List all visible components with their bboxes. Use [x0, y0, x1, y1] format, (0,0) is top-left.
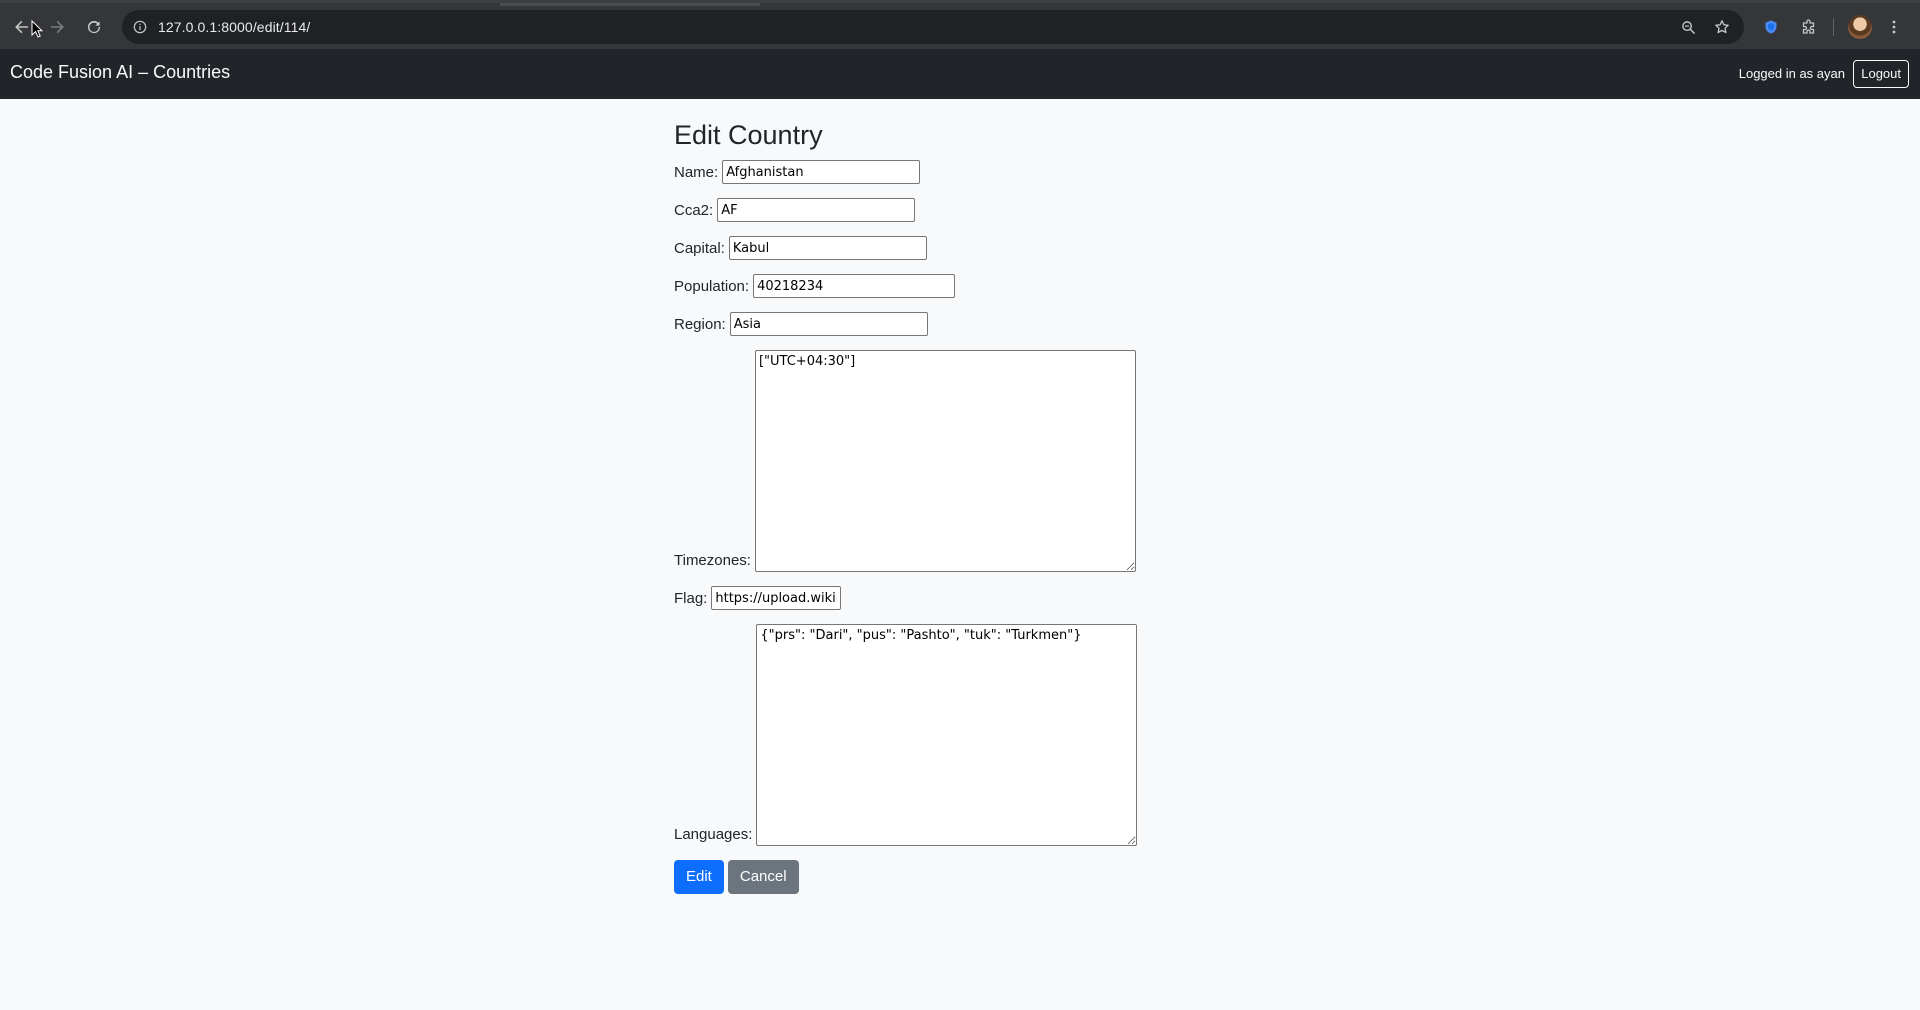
name-input[interactable]	[722, 160, 921, 185]
browser-toolbar: 127.0.0.1:8000/edit/114/	[0, 0, 1920, 49]
arrow-left-icon	[15, 20, 28, 34]
population-row: Population:	[674, 274, 1274, 299]
flag-row: Flag:	[674, 586, 1274, 611]
mouse-cursor-icon	[31, 20, 43, 38]
timezones-label: Timezones:	[674, 552, 751, 570]
region-label: Region:	[674, 316, 726, 334]
page-title: Edit Country	[674, 120, 823, 150]
zoom-icon[interactable]	[1678, 17, 1698, 37]
bookmark-star-icon[interactable]	[1712, 17, 1732, 37]
address-bar[interactable]: 127.0.0.1:8000/edit/114/	[122, 10, 1744, 44]
reload-icon	[87, 20, 101, 34]
site-info-icon[interactable]	[130, 17, 150, 37]
logout-button[interactable]: Logout	[1853, 60, 1909, 88]
flag-label: Flag:	[674, 590, 708, 608]
capital-label: Capital:	[674, 240, 725, 258]
tab-strip	[500, 3, 760, 6]
url-text[interactable]: 127.0.0.1:8000/edit/114/	[158, 19, 310, 35]
name-label: Name:	[674, 164, 719, 182]
app-navbar: Code Fusion AI – Countries Logged in as …	[0, 49, 1920, 99]
capital-input[interactable]	[728, 236, 927, 261]
languages-label: Languages:	[674, 826, 753, 844]
capital-row: Capital:	[674, 236, 1274, 261]
timezones-textarea[interactable]: ["UTC+04:30"]	[754, 350, 1136, 573]
navbar-brand[interactable]: Code Fusion AI – Countries	[10, 62, 230, 83]
region-input[interactable]	[729, 312, 928, 337]
toolbar-divider	[1833, 18, 1834, 36]
languages-textarea[interactable]: {"prs": "Dari", "pus": "Pashto", "tuk": …	[756, 624, 1138, 847]
population-input[interactable]	[753, 274, 956, 299]
name-row: Name:	[674, 160, 1274, 185]
cca2-row: Cca2:	[674, 198, 1274, 223]
population-label: Population:	[674, 278, 750, 296]
cca2-label: Cca2:	[674, 202, 714, 220]
cancel-button[interactable]: Cancel	[727, 860, 799, 895]
extensions-puzzle-icon[interactable]	[1797, 15, 1821, 39]
logged-in-text: Logged in as ayan	[1738, 66, 1845, 81]
edit-button[interactable]: Edit	[674, 860, 724, 895]
forward-button[interactable]	[43, 13, 71, 41]
extension-shield-icon[interactable]	[1759, 15, 1783, 39]
cca2-input[interactable]	[717, 198, 916, 223]
edit-country-form: Edit Country Name: Cca2: Capital: Popula…	[674, 99, 1274, 895]
languages-row: Languages: {"prs": "Dari", "pus": "Pasht…	[674, 624, 1274, 847]
form-actions: Edit Cancel	[674, 860, 1274, 895]
region-row: Region:	[674, 312, 1274, 337]
more-menu-icon[interactable]	[1882, 15, 1906, 39]
flag-input[interactable]	[711, 586, 842, 611]
reload-button[interactable]	[80, 13, 108, 41]
profile-avatar[interactable]	[1848, 15, 1872, 39]
timezones-row: Timezones: ["UTC+04:30"]	[674, 350, 1274, 573]
arrow-right-icon	[51, 20, 64, 34]
